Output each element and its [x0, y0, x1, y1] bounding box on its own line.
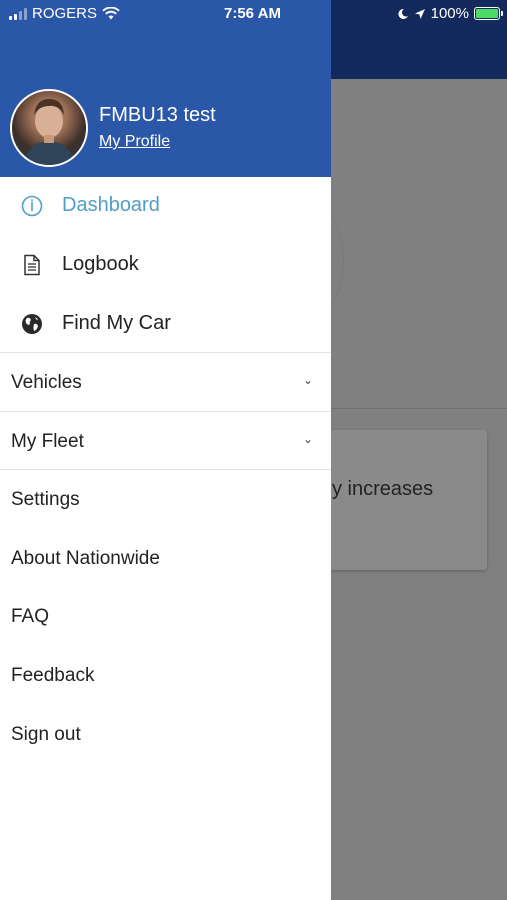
- status-time: 7:56 AM: [224, 5, 281, 22]
- menu-link-feedback[interactable]: Feedback: [0, 646, 331, 704]
- signal-icon: [9, 7, 27, 20]
- background-card-text: y increases: [332, 478, 434, 500]
- user-name: FMBU13 test: [99, 104, 216, 126]
- nav-item-label: Find My Car: [62, 312, 171, 334]
- menu-link-label: Settings: [11, 489, 80, 510]
- menu-link-label: Sign out: [11, 724, 81, 745]
- battery-percent: 100%: [430, 5, 469, 22]
- status-bar: ROGERS 7:56 AM 100%: [0, 0, 507, 28]
- menu-link-settings[interactable]: Settings: [0, 470, 331, 528]
- nav-item-logbook[interactable]: Logbook: [0, 236, 331, 294]
- battery-charging-icon: [474, 7, 503, 20]
- nav-item-find-my-car[interactable]: Find My Car: [0, 295, 331, 353]
- section-vehicles[interactable]: Vehicles ⌄: [0, 353, 331, 411]
- wifi-icon: [102, 7, 120, 20]
- document-icon: [24, 254, 40, 276]
- section-my-fleet[interactable]: My Fleet ⌄: [0, 412, 331, 470]
- menu-link-label: Feedback: [11, 665, 95, 686]
- my-profile-link[interactable]: My Profile: [99, 133, 170, 151]
- globe-icon: [22, 314, 42, 334]
- menu-link-faq[interactable]: FAQ: [0, 587, 331, 645]
- carrier-label: ROGERS: [32, 5, 98, 22]
- navigation-drawer: FMBU13 test My Profile Dashboard Logbook…: [0, 0, 331, 900]
- dashboard-gauge-icon: [21, 195, 43, 217]
- section-label: Vehicles: [11, 372, 82, 393]
- section-label: My Fleet: [11, 431, 84, 452]
- menu-link-sign-out[interactable]: Sign out: [0, 705, 331, 763]
- menu-link-about-nationwide[interactable]: About Nationwide: [0, 529, 331, 587]
- menu-link-label: FAQ: [11, 606, 50, 627]
- avatar[interactable]: [10, 89, 88, 167]
- location-arrow-icon: [414, 8, 425, 19]
- menu-link-label: About Nationwide: [11, 548, 160, 569]
- chevron-down-icon: ⌄: [302, 373, 313, 387]
- moon-icon: [398, 8, 408, 19]
- chevron-down-icon: ⌄: [302, 432, 313, 446]
- nav-item-label: Logbook: [62, 253, 139, 275]
- nav-item-label: Dashboard: [62, 194, 160, 216]
- nav-item-dashboard[interactable]: Dashboard: [0, 177, 331, 235]
